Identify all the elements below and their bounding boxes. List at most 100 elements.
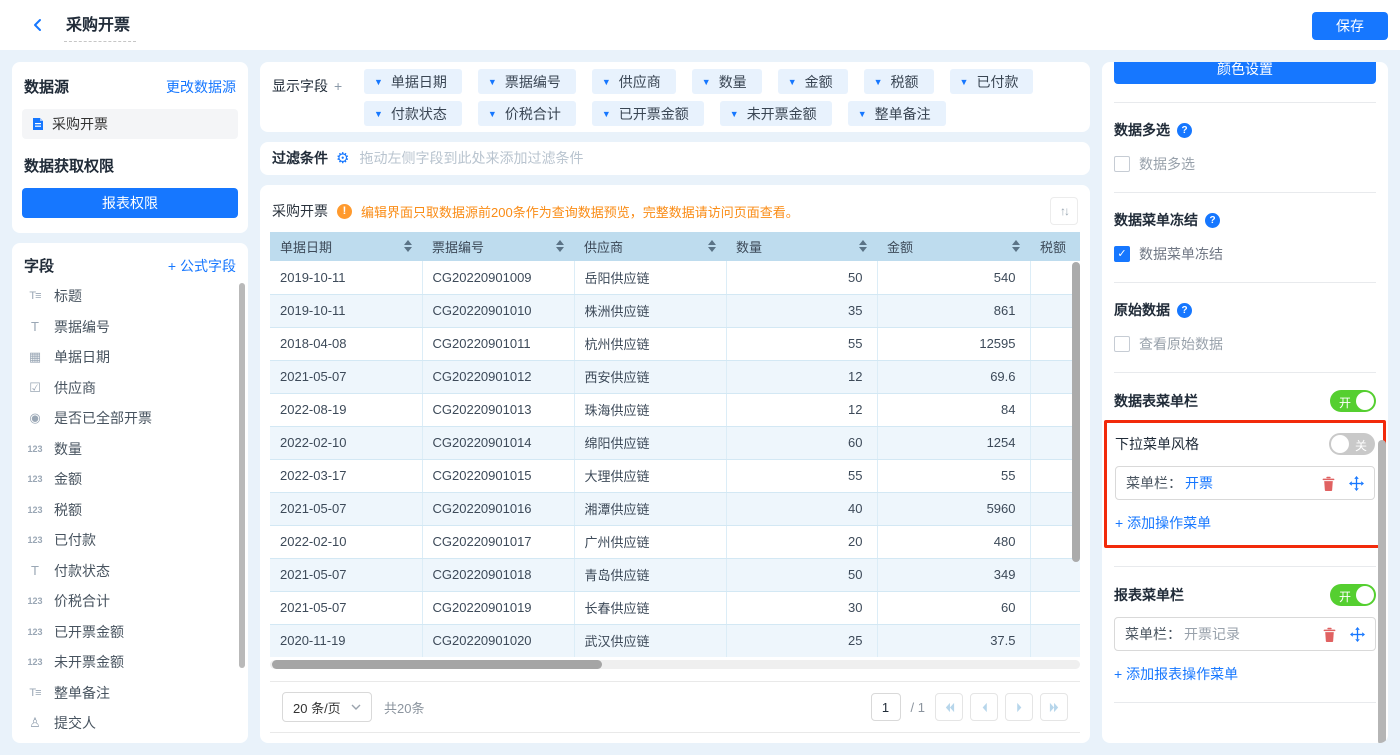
settings-scrollbar-thumb[interactable] [1378, 440, 1386, 743]
fields-scrollbar-thumb[interactable] [239, 283, 245, 668]
next-page-button[interactable] [1005, 693, 1033, 721]
last-page-button[interactable] [1040, 693, 1068, 721]
field-item[interactable]: T付款状态 [12, 556, 248, 587]
sort-icon[interactable] [1012, 240, 1020, 252]
add-formula-field-link[interactable]: + 公式字段 [168, 256, 236, 276]
multi-select-checkbox[interactable]: ✓ [1114, 156, 1130, 172]
chevron-down-icon: ▼ [488, 77, 497, 87]
table-row[interactable]: 2020-11-19CG20220901020武汉供应链2537.5 [270, 624, 1080, 657]
field-item[interactable]: ▦单据日期 [12, 342, 248, 373]
table-menu-section: 数据表菜单栏 开 下拉菜单风格 关 菜单栏： 开票 [1114, 390, 1376, 548]
table-cell [1030, 624, 1080, 657]
field-item[interactable]: 123税额 [12, 495, 248, 526]
table-row[interactable]: 2019-10-11CG20220901010株洲供应链35861 [270, 294, 1080, 327]
first-page-button[interactable] [935, 693, 963, 721]
display-field-chip[interactable]: ▼供应商 [592, 69, 676, 94]
display-field-chip[interactable]: ▼票据编号 [478, 69, 576, 94]
add-report-action-menu-link[interactable]: + 添加报表操作菜单 [1114, 664, 1238, 684]
menu-bar-item[interactable]: 菜单栏： 开票 [1115, 466, 1375, 500]
display-field-chip[interactable]: ▼税额 [864, 69, 934, 94]
field-item[interactable]: T≡整单备注 [12, 678, 248, 709]
display-field-chip[interactable]: ▼单据日期 [364, 69, 462, 94]
trash-icon[interactable] [1322, 627, 1337, 642]
add-display-field-button[interactable]: + [334, 78, 342, 94]
table-row[interactable]: 2018-04-08CG20220901011杭州供应链5512595 [270, 327, 1080, 360]
display-field-chip[interactable]: ▼已开票金额 [592, 101, 704, 126]
field-item[interactable]: ☑供应商 [12, 373, 248, 404]
display-field-chip[interactable]: ▼未开票金额 [720, 101, 832, 126]
field-item[interactable]: 123未开票金额 [12, 647, 248, 678]
display-field-chip[interactable]: ▼已付款 [950, 69, 1034, 94]
divider [1114, 372, 1376, 373]
chevron-down-icon: ▼ [858, 109, 867, 119]
change-datasource-link[interactable]: 更改数据源 [166, 77, 236, 97]
table-row[interactable]: 2022-08-19CG20220901013珠海供应链1284 [270, 393, 1080, 426]
table-row[interactable]: 2021-05-07CG20220901018青岛供应链50349 [270, 558, 1080, 591]
help-icon[interactable]: ? [1205, 213, 1220, 228]
table-row[interactable]: 2022-03-17CG20220901015大理供应链5555 [270, 459, 1080, 492]
field-item[interactable]: ◉是否已全部开票 [12, 403, 248, 434]
move-icon[interactable] [1350, 627, 1365, 642]
add-action-menu-link[interactable]: + 添加操作菜单 [1115, 513, 1211, 533]
table-row[interactable]: 2022-02-10CG20220901017广州供应链20480 [270, 525, 1080, 558]
page-size-value: 20 条/页 [293, 698, 341, 717]
column-header: 数量 [726, 232, 877, 261]
report-menu-bar-item[interactable]: 菜单栏： 开票记录 [1114, 617, 1376, 651]
page-size-select[interactable]: 20 条/页 [282, 692, 372, 722]
table-row[interactable]: 2021-05-07CG20220901019长春供应链3060 [270, 591, 1080, 624]
display-field-chip[interactable]: ▼价税合计 [478, 101, 576, 126]
sort-icon[interactable] [708, 240, 716, 252]
table-row[interactable]: 2022-02-10CG20220901014绵阳供应链601254 [270, 426, 1080, 459]
field-item[interactable]: 123已付款 [12, 525, 248, 556]
field-item[interactable]: 123金额 [12, 464, 248, 495]
field-item[interactable]: T票据编号 [12, 312, 248, 343]
gear-icon[interactable]: ⚙ [336, 149, 349, 167]
trash-icon[interactable] [1321, 476, 1336, 491]
table-horizontal-scrollbar-thumb[interactable] [272, 660, 602, 669]
field-item[interactable]: 123价税合计 [12, 586, 248, 617]
sort-order-button[interactable]: ↑↓ [1050, 197, 1078, 225]
sort-icon[interactable] [556, 240, 564, 252]
save-button[interactable]: 保存 [1312, 12, 1388, 40]
current-page-input[interactable]: 1 [871, 693, 901, 721]
field-item[interactable]: ♙提交人 [12, 708, 248, 739]
color-settings-button[interactable]: 颜色设置 [1114, 62, 1376, 84]
report-permission-button[interactable]: 报表权限 [22, 188, 238, 218]
field-item[interactable]: T≡标题 [12, 281, 248, 312]
toggle-on-label: 开 [1339, 394, 1351, 411]
table-cell: 青岛供应链 [574, 558, 726, 591]
help-icon[interactable]: ? [1177, 123, 1192, 138]
table-row[interactable]: 2021-05-07CG20220901016湘潭供应链405960 [270, 492, 1080, 525]
back-icon[interactable] [26, 13, 50, 37]
display-field-chip[interactable]: ▼整单备注 [848, 101, 946, 126]
table-horizontal-scrollbar[interactable] [270, 660, 1080, 669]
settings-sidebar: 颜色设置 数据多选 ? ✓ 数据多选 数据菜单冻结 ? ✓ 数据菜单冻结 [1102, 62, 1388, 743]
sort-icon[interactable] [404, 240, 412, 252]
display-field-chip[interactable]: ▼数量 [692, 69, 762, 94]
datasource-item[interactable]: 采购开票 [22, 109, 238, 139]
dropdown-style-toggle[interactable]: 关 [1329, 433, 1375, 455]
menu-freeze-checkbox[interactable]: ✓ [1114, 246, 1130, 262]
move-icon[interactable] [1349, 476, 1364, 491]
table-cell: 杭州供应链 [574, 327, 726, 360]
prev-page-button[interactable] [970, 693, 998, 721]
raw-data-checkbox-row[interactable]: ✓ 查看原始数据 [1114, 334, 1376, 354]
table-menu-toggle[interactable]: 开 [1330, 390, 1376, 412]
display-field-chip[interactable]: ▼付款状态 [364, 101, 462, 126]
field-item[interactable]: 123数量 [12, 434, 248, 465]
menu-freeze-checkbox-row[interactable]: ✓ 数据菜单冻结 [1114, 244, 1376, 264]
display-field-chip[interactable]: ▼金额 [778, 69, 848, 94]
table-row[interactable]: 2021-05-07CG20220901012西安供应链1269.6 [270, 360, 1080, 393]
multi-select-checkbox-row[interactable]: ✓ 数据多选 [1114, 154, 1376, 174]
preview-warning-text: 编辑界面只取数据源前200条作为查询数据预览，完整数据请访问页面查看。 [361, 202, 799, 221]
table-row[interactable]: 2019-10-11CG20220901009岳阳供应链50540 [270, 261, 1080, 294]
report-menu-item-value[interactable]: 开票记录 [1184, 624, 1240, 644]
table-vertical-scrollbar-thumb[interactable] [1072, 262, 1080, 562]
field-item[interactable]: 123已开票金额 [12, 617, 248, 648]
datasource-item-label: 采购开票 [52, 114, 108, 134]
help-icon[interactable]: ? [1177, 303, 1192, 318]
sort-icon[interactable] [859, 240, 867, 252]
raw-data-checkbox[interactable]: ✓ [1114, 336, 1130, 352]
report-menu-toggle[interactable]: 开 [1330, 584, 1376, 606]
menu-bar-item-value[interactable]: 开票 [1185, 473, 1213, 493]
